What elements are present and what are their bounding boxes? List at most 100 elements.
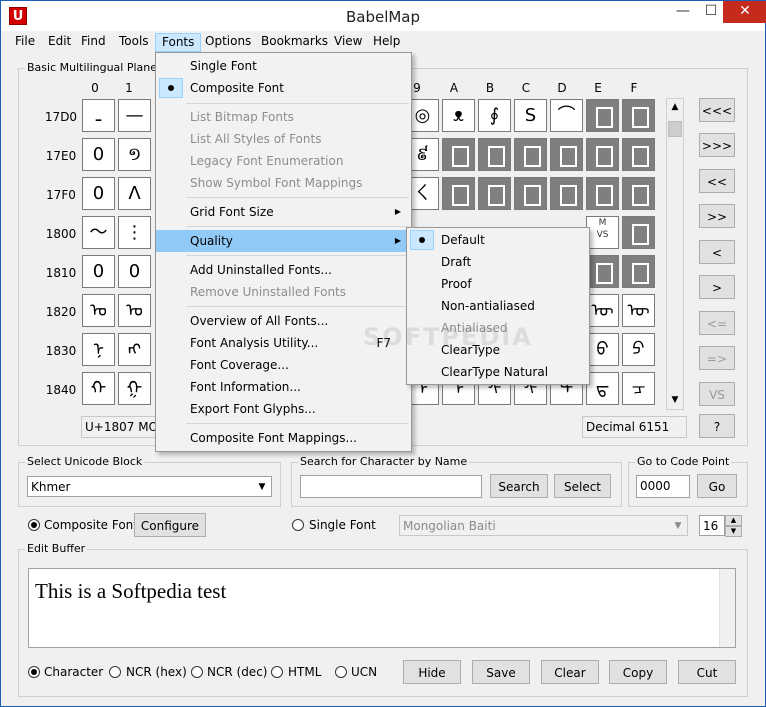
minimize-button[interactable]: —	[669, 1, 697, 23]
go-button[interactable]: Go	[697, 474, 737, 498]
menu-symbol-mappings[interactable]: Show Symbol Font Mappings	[156, 172, 411, 194]
grid-cell[interactable]: ᠭ	[118, 372, 151, 405]
grid-cell-unassigned[interactable]	[586, 255, 619, 288]
grid-cell-unassigned[interactable]	[478, 138, 511, 171]
format-ncr-hex-radio[interactable]	[109, 666, 121, 678]
spin-up-icon[interactable]: ▲	[725, 515, 742, 526]
close-button[interactable]: ✕	[723, 1, 766, 23]
grid-cell-unassigned[interactable]	[586, 99, 619, 132]
clear-button[interactable]: Clear	[541, 660, 599, 684]
grid-cell-unassigned[interactable]	[514, 138, 547, 171]
search-input[interactable]	[300, 475, 482, 498]
format-ucn-radio[interactable]	[335, 666, 347, 678]
grid-cell[interactable]: ᠥ	[586, 294, 619, 327]
menu-composite-mappings[interactable]: Composite Font Mappings...	[156, 427, 411, 449]
title-bar[interactable]: U BabelMap — ☐ ✕	[1, 1, 766, 31]
edit-buffer-scrollbar[interactable]	[719, 569, 735, 647]
grid-cell[interactable]: ᠳ	[586, 372, 619, 405]
grid-cell-unassigned[interactable]	[550, 177, 583, 210]
grid-cell[interactable]: 0	[82, 138, 115, 171]
grid-cell[interactable]: ᠨ	[82, 333, 115, 366]
grid-cell[interactable]: ᠩ	[118, 333, 151, 366]
grid-cell-unassigned[interactable]	[478, 177, 511, 210]
nav-first-button[interactable]: <<<	[699, 98, 735, 122]
variation-selector-button[interactable]: VS	[699, 382, 735, 406]
format-ncr-dec-radio[interactable]	[191, 666, 203, 678]
cut-button[interactable]: Cut	[678, 660, 736, 684]
menu-fonts[interactable]: Fonts	[155, 33, 202, 52]
grid-cell[interactable]: 〜	[82, 216, 115, 249]
grid-cell[interactable]: ᠦ	[622, 294, 655, 327]
menu-export-glyphs[interactable]: Export Font Glyphs...	[156, 398, 411, 420]
menu-grid-font-size[interactable]: Grid Font Size ▶	[156, 201, 411, 223]
menu-legacy-enumeration[interactable]: Legacy Font Enumeration	[156, 150, 411, 172]
search-button[interactable]: Search	[490, 474, 548, 498]
grid-cell[interactable]: ᠣ	[82, 294, 115, 327]
grid-cell[interactable]: ⌒	[550, 99, 583, 132]
grid-cell-unassigned[interactable]	[550, 138, 583, 171]
quality-cleartype-natural[interactable]: ClearType Natural	[407, 361, 589, 383]
quality-draft[interactable]: Draft	[407, 251, 589, 273]
grid-cell-unassigned[interactable]	[586, 177, 619, 210]
nav-last-button[interactable]: >>>	[699, 133, 735, 157]
grid-cell[interactable]: ᠫ	[622, 333, 655, 366]
grid-scrollbar[interactable]: ▲ ▼	[666, 98, 684, 410]
select-button[interactable]: Select	[554, 474, 611, 498]
maximize-button[interactable]: ☐	[697, 1, 725, 23]
chevron-down-icon[interactable]: ▼	[255, 480, 269, 494]
grid-cell-unassigned[interactable]	[622, 99, 655, 132]
menu-help[interactable]: Help	[367, 33, 406, 52]
menu-list-bitmap-fonts[interactable]: List Bitmap Fonts	[156, 106, 411, 128]
chevron-down-icon[interactable]: ▼	[671, 519, 685, 533]
grid-cell-unassigned[interactable]	[442, 138, 475, 171]
composite-font-radio[interactable]	[28, 519, 40, 531]
nav-page-back-button[interactable]: <<	[699, 169, 735, 193]
format-character-radio[interactable]	[28, 666, 40, 678]
grid-cell-unassigned[interactable]	[622, 255, 655, 288]
grid-cell-unassigned[interactable]	[586, 138, 619, 171]
grid-cell[interactable]: ១	[118, 138, 151, 171]
copy-button[interactable]: Copy	[609, 660, 667, 684]
nav-history-back-button[interactable]: <=	[699, 311, 735, 335]
grid-cell-unassigned[interactable]	[442, 177, 475, 210]
grid-cell[interactable]: ᠪ	[586, 333, 619, 366]
grid-cell[interactable]: ᠤ	[118, 294, 151, 327]
single-font-select[interactable]: Mongolian Baiti ▼	[399, 515, 688, 536]
menu-quality[interactable]: Quality ▶	[156, 230, 411, 252]
quality-proof[interactable]: Proof	[407, 273, 589, 295]
grid-cell[interactable]: ⋮	[118, 216, 151, 249]
unicode-block-select[interactable]: Khmer ▼	[27, 476, 272, 497]
menu-font-coverage[interactable]: Font Coverage...	[156, 354, 411, 376]
nav-prev-button[interactable]: <	[699, 240, 735, 264]
single-font-radio[interactable]	[292, 519, 304, 531]
menu-single-font[interactable]: Single Font	[156, 55, 411, 77]
scroll-down-arrow-icon[interactable]: ▼	[667, 392, 683, 409]
grid-cell[interactable]: —	[118, 99, 151, 132]
grid-cell[interactable]: ᠴ	[622, 372, 655, 405]
nav-page-forward-button[interactable]: >>	[699, 204, 735, 228]
save-button[interactable]: Save	[472, 660, 530, 684]
codepoint-input[interactable]: 0000	[636, 475, 690, 498]
menu-bookmarks[interactable]: Bookmarks	[255, 33, 334, 52]
font-size-input[interactable]: 16	[699, 515, 725, 536]
quality-non-antialiased[interactable]: Non-antialiased	[407, 295, 589, 317]
nav-next-button[interactable]: >	[699, 275, 735, 299]
grid-cell[interactable]: ᠬ	[82, 372, 115, 405]
menu-font-information[interactable]: Font Information...	[156, 376, 411, 398]
grid-cell-unassigned[interactable]	[622, 216, 655, 249]
grid-cell[interactable]: 0	[118, 255, 151, 288]
configure-button[interactable]: Configure	[134, 513, 206, 537]
menu-list-all-styles[interactable]: List All Styles of Fonts	[156, 128, 411, 150]
scroll-up-arrow-icon[interactable]: ▲	[667, 99, 683, 116]
grid-cell[interactable]: 0	[82, 255, 115, 288]
menu-add-uninstalled-fonts[interactable]: Add Uninstalled Fonts...	[156, 259, 411, 281]
quality-default[interactable]: Default	[407, 229, 589, 251]
hide-button[interactable]: Hide	[403, 660, 461, 684]
grid-cell-unassigned[interactable]	[622, 177, 655, 210]
help-button[interactable]: ?	[699, 414, 735, 438]
scroll-thumb[interactable]	[668, 121, 682, 137]
spin-down-icon[interactable]: ▼	[725, 526, 742, 537]
grid-cell-unassigned[interactable]	[622, 138, 655, 171]
grid-cell[interactable]: ∮	[478, 99, 511, 132]
menu-composite-font[interactable]: Composite Font	[156, 77, 411, 99]
